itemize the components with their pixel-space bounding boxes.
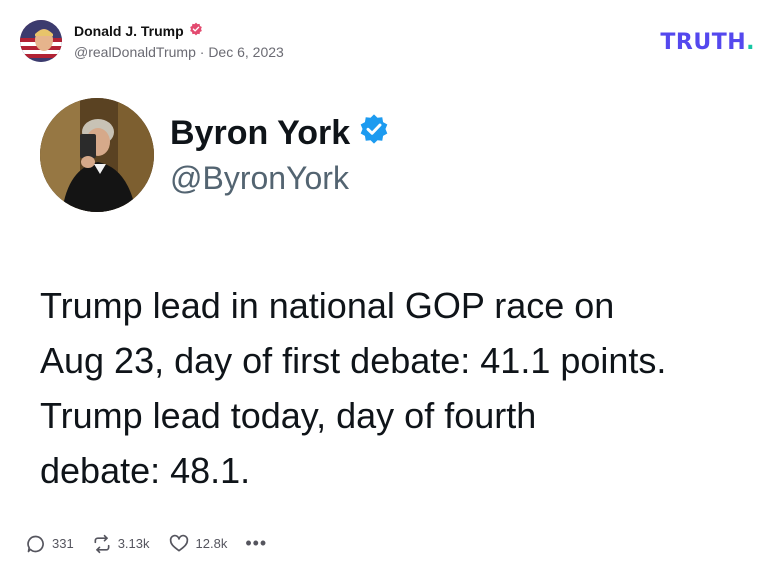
retruth-button[interactable]: 3.13k <box>92 534 150 554</box>
meta-separator: · <box>199 44 205 60</box>
like-count: 12.8k <box>195 536 228 551</box>
post-date[interactable]: Dec 6, 2023 <box>208 44 284 60</box>
reply-icon <box>27 535 44 552</box>
reply-button[interactable]: 331 <box>26 534 74 554</box>
tweet-line: Aug 23, day of first debate: 41.1 points… <box>40 340 667 381</box>
author-handle[interactable]: @realDonaldTrump <box>74 44 196 60</box>
author-avatar[interactable] <box>20 20 62 62</box>
tweet-line: Trump lead in national GOP race on <box>40 285 615 326</box>
embedded-tweet-text: Trump lead in national GOP race on Aug 2… <box>40 278 755 498</box>
retruth-icon <box>94 534 110 553</box>
embedded-tweet-image: Byron York @ByronYork Trump lead in nati… <box>40 98 757 498</box>
retruth-count: 3.13k <box>117 536 150 551</box>
heart-icon <box>169 534 188 551</box>
author-name[interactable]: Donald J. Trump <box>74 23 184 39</box>
embedded-author-name: Byron York <box>170 114 351 152</box>
more-options-button[interactable]: ••• <box>245 533 267 554</box>
truth-logo[interactable]: TRUTH. <box>660 30 755 55</box>
tweet-line: Trump lead today, day of fourth <box>40 395 537 436</box>
verified-badge-icon <box>189 22 203 39</box>
brand-dot: . <box>746 30 755 55</box>
verified-badge-icon <box>358 113 390 154</box>
like-button[interactable]: 12.8k <box>168 534 228 554</box>
more-icon: ••• <box>245 533 268 553</box>
post-header: Donald J. Trump @realDonaldTrump · Dec 6… <box>20 20 284 62</box>
reply-count: 331 <box>52 536 74 551</box>
tweet-line: debate: 48.1. <box>40 450 251 491</box>
embedded-author-handle: @ByronYork <box>170 160 349 196</box>
post-actions: 331 3.13k 12.8k ••• <box>26 533 285 554</box>
byron-york-avatar <box>40 98 154 212</box>
brand-text: TRUTH <box>660 30 747 55</box>
